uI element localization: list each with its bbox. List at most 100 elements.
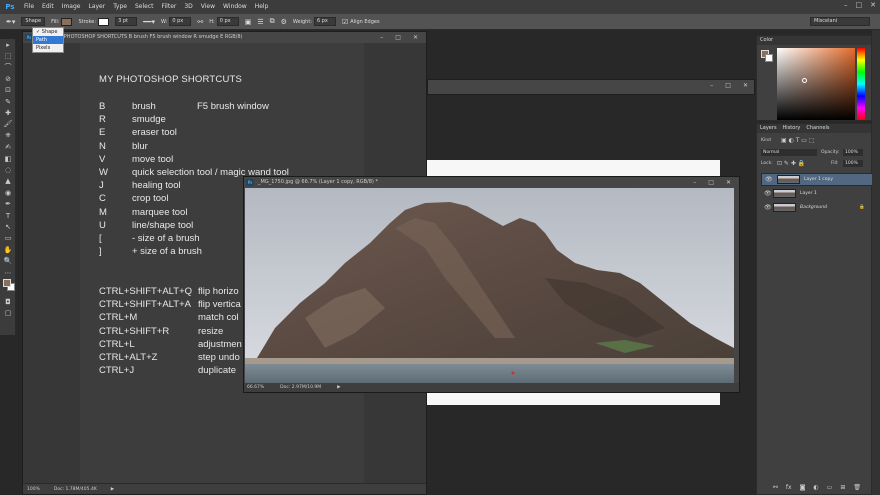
menu-help[interactable]: Help [251,0,273,14]
link-layers-icon[interactable]: ⚯ [773,484,778,491]
workspace-select[interactable]: Miscelani [810,17,870,26]
opacity-field[interactable]: 100% [843,149,863,156]
foreground-color[interactable] [3,279,11,288]
blend-mode-select[interactable]: Normal [761,149,817,156]
lasso-tool-icon[interactable]: ⌒ [0,62,16,73]
visibility-eye-icon[interactable]: 👁 [764,204,772,211]
status-arrow-icon[interactable]: ▶ [111,484,114,494]
menu-3d[interactable]: 3D [180,0,196,14]
brush-tool-icon[interactable]: 🖌 [0,119,16,130]
minimize-icon[interactable]: – [380,32,383,43]
lock-icons[interactable]: ⊡ ✎ ✚ 🔒 [777,160,805,167]
type-tool-icon[interactable]: T [0,210,16,221]
tab-layers[interactable]: Layers [760,124,777,133]
close-button[interactable]: ✕ [870,1,876,9]
menu-type[interactable]: Type [109,0,131,14]
screen-mode-icon[interactable]: ▢ [0,308,16,319]
menu-layer[interactable]: Layer [84,0,109,14]
pen-tool-preset-icon[interactable]: ✒▾ [6,18,15,26]
crop-tool-icon[interactable]: ⊡ [0,85,16,96]
image-zoom-level[interactable]: 66.67% [247,383,264,392]
background-document-window[interactable]: – □ ✕ [427,79,755,95]
fx-icon[interactable]: fx [786,484,792,491]
adjustment-layer-icon[interactable]: ◐ [813,484,818,491]
shape-tool-icon[interactable]: ▭ [0,233,16,244]
new-layer-icon[interactable]: ⊞ [840,484,845,491]
path-alignment-icon[interactable]: ☰ [257,18,263,26]
zoom-tool-icon[interactable]: 🔍 [0,255,16,266]
tab-channels[interactable]: Channels [806,124,829,133]
menu-window[interactable]: Window [219,0,251,14]
fill-swatch[interactable] [61,17,73,26]
dodge-tool-icon[interactable]: ◉ [0,187,16,198]
zoom-level[interactable]: 100% [27,484,40,494]
document-tab[interactable]: Ps 100% (MY PHOTOSHOP SHORTCUTS B brush … [23,32,426,43]
maximize-icon[interactable]: □ [708,177,714,188]
image-document-tab[interactable]: Ps _MG_1750.jpg @ 66.7% (Layer 1 copy, R… [244,177,739,188]
color-swatches[interactable] [0,278,16,296]
color-picker-handle[interactable] [802,78,807,83]
menu-image[interactable]: Image [58,0,85,14]
color-field[interactable] [777,48,855,120]
weight-field[interactable]: 6 px [313,17,336,26]
layer-row-layer-1-copy[interactable]: 👁 Layer 1 copy [761,173,873,186]
menu-view[interactable]: View [197,0,219,14]
trash-icon[interactable]: 🗑 [853,484,861,491]
blur-tool-icon[interactable]: ▲ [0,176,16,187]
dropdown-item-path[interactable]: Path [33,36,63,44]
link-icon[interactable]: ⚯ [197,18,203,26]
visibility-eye-icon[interactable]: 👁 [765,176,773,183]
layer-filter-icons[interactable]: ▣ ◐ T ▭ ⬚ [781,137,815,144]
add-mask-icon[interactable]: ◙ [800,484,806,491]
quick-selection-tool-icon[interactable]: ⊘ [0,73,16,84]
status-arrow-icon[interactable]: ▶ [337,383,340,392]
height-field[interactable]: 0 px [216,17,239,26]
layer-row-background[interactable]: 👁 Background 🔒 [761,201,873,214]
eraser-tool-icon[interactable]: ◧ [0,153,16,164]
menu-select[interactable]: Select [131,0,158,14]
path-selection-tool-icon[interactable]: ↖ [0,221,16,232]
pen-tool-icon[interactable]: ✒ [0,198,16,209]
minimize-icon[interactable]: – [693,177,696,188]
hand-tool-icon[interactable]: ✋ [0,244,16,255]
stamp-tool-icon[interactable]: ⎈ [0,130,16,141]
path-operations-icon[interactable]: ▣ [245,18,252,26]
visibility-eye-icon[interactable]: 👁 [764,190,772,197]
minimize-icon[interactable]: – [710,82,713,89]
width-field[interactable]: 0 px [169,17,192,26]
maximize-button[interactable]: □ [856,1,863,9]
close-icon[interactable]: ✕ [726,177,731,188]
path-arrangement-icon[interactable]: ⧉ [270,17,275,26]
rock-photo[interactable] [245,188,734,384]
marquee-tool-icon[interactable]: ⬚ [0,50,16,61]
menu-filter[interactable]: Filter [158,0,181,14]
panel-background-swatch[interactable] [765,54,773,62]
move-tool-icon[interactable]: ▸ [0,39,16,50]
more-tools-icon[interactable]: ⋯ [0,267,16,278]
stroke-width-field[interactable]: 3 pt [115,17,138,26]
checkbox-checked-icon[interactable]: ☑ [342,18,348,26]
tab-color[interactable]: Color [760,36,773,45]
menu-file[interactable]: File [20,0,38,14]
history-brush-tool-icon[interactable]: ✍ [0,142,16,153]
eyedropper-tool-icon[interactable]: ✎ [0,96,16,107]
healing-tool-icon[interactable]: ✚ [0,107,16,118]
new-group-icon[interactable]: ▭ [827,484,833,491]
tool-mode-select[interactable]: Shape [21,17,46,26]
dropdown-item-pixels[interactable]: Pixels [33,44,63,52]
gear-icon[interactable]: ⚙ [281,18,287,26]
stroke-swatch[interactable] [98,17,110,26]
close-icon[interactable]: ✕ [413,32,418,43]
tab-history[interactable]: History [783,124,801,133]
image-document-window[interactable]: Ps _MG_1750.jpg @ 66.7% (Layer 1 copy, R… [243,176,740,393]
maximize-icon[interactable]: □ [725,82,731,89]
stroke-type-icon[interactable]: ━━▾ [143,18,155,26]
maximize-icon[interactable]: □ [395,32,401,43]
layer-row-layer-1[interactable]: 👁 Layer 1 [761,187,873,200]
menu-edit[interactable]: Edit [38,0,58,14]
close-icon[interactable]: ✕ [743,82,748,89]
dropdown-item-shape[interactable]: ✓ Shape [33,28,63,36]
quick-mask-icon[interactable]: ◘ [0,296,16,307]
hue-slider[interactable] [857,48,865,120]
fill-field[interactable]: 100% [843,160,863,167]
